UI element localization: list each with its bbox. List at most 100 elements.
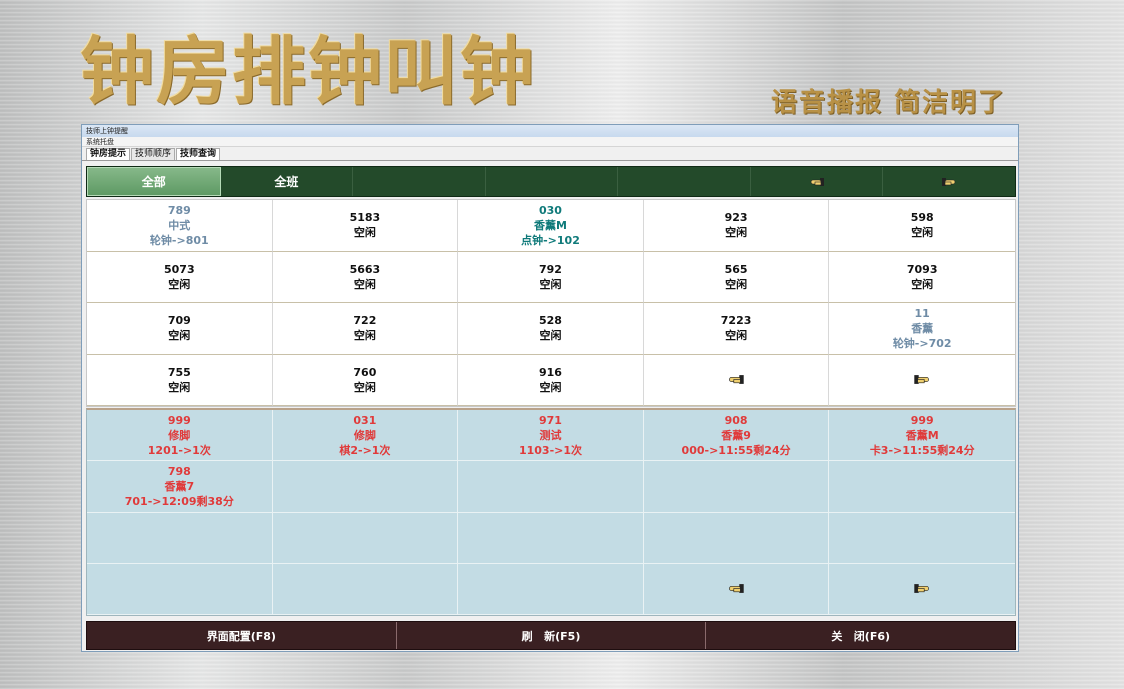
- tech-detail: 000->11:55剩24分: [681, 443, 791, 457]
- filter-slot-5[interactable]: [618, 167, 751, 196]
- filter-slot-4[interactable]: [486, 167, 619, 196]
- empty-cell[interactable]: [458, 512, 644, 564]
- empty-cell[interactable]: [272, 563, 459, 615]
- tab-bar: 钟房提示 技师顺序 技师查询: [82, 147, 1018, 161]
- tech-detail: 1103->1次: [518, 443, 583, 457]
- tech-cell[interactable]: 031 修脚 棋2->1次: [272, 410, 459, 462]
- hand-pointing-right-icon: [941, 177, 957, 187]
- tech-status: 空闲: [725, 329, 748, 343]
- tech-status: 空闲: [539, 329, 562, 343]
- tech-id: 760: [353, 365, 377, 379]
- busy-tech-grid: 999 修脚 1201->1次 031 修脚 棋2->1次 971 测试 1103->1次 908…: [86, 408, 1016, 616]
- tech-id: 792: [539, 262, 562, 276]
- tech-cell[interactable]: 792 空闲: [458, 251, 644, 303]
- footer-bar: 界面配置(F8) 刷 新(F5) 关 闭(F6): [86, 621, 1016, 650]
- tech-status: 空闲: [353, 380, 376, 394]
- close-button[interactable]: 关 闭(F6): [706, 622, 1015, 649]
- tech-status: 中式: [168, 218, 191, 232]
- tech-detail: 1201->1次: [147, 443, 211, 457]
- empty-cell[interactable]: [458, 461, 644, 513]
- tech-status: 修脚: [168, 428, 191, 442]
- tech-cell[interactable]: 971 测试 1103->1次: [458, 410, 644, 462]
- ui-config-button[interactable]: 界面配置(F8): [87, 622, 397, 649]
- tech-status: 空闲: [725, 226, 748, 240]
- tech-status: 香薰9: [721, 428, 751, 442]
- empty-cell[interactable]: [458, 563, 644, 615]
- tech-cell[interactable]: 923 空闲: [643, 200, 830, 252]
- tech-cell[interactable]: 999 香薰M 卡3->11:55剩24分: [829, 410, 1015, 462]
- toolbar-prev-button[interactable]: [751, 167, 884, 196]
- tech-detail: 轮钟->702: [892, 336, 952, 350]
- tech-id: 908: [724, 413, 748, 427]
- page-prev-button[interactable]: [643, 563, 830, 615]
- tech-id: 11: [914, 306, 930, 320]
- tech-id: 528: [539, 314, 562, 328]
- tech-id: 598: [910, 211, 934, 225]
- tech-cell[interactable]: 11 香薰 轮钟->702: [829, 303, 1015, 355]
- tech-id: 916: [539, 365, 562, 379]
- tech-cell[interactable]: 528 空闲: [458, 303, 644, 355]
- tech-status: 空闲: [911, 277, 934, 291]
- tech-id: 971: [539, 413, 562, 427]
- tech-cell[interactable]: 709 空闲: [87, 303, 273, 355]
- tab-clock-room[interactable]: 钟房提示: [86, 148, 131, 160]
- tech-status: 空闲: [539, 380, 562, 394]
- tech-cell[interactable]: 7223 空闲: [643, 303, 830, 355]
- tech-cell[interactable]: 760 空闲: [272, 354, 459, 406]
- tech-detail: 卡3->11:55剩24分: [869, 443, 975, 457]
- empty-cell[interactable]: [87, 512, 273, 564]
- filter-all-shift-button[interactable]: 全班: [221, 167, 354, 196]
- empty-cell[interactable]: [829, 461, 1015, 513]
- empty-cell[interactable]: [272, 512, 459, 564]
- tech-id: 7223: [720, 314, 752, 328]
- hand-pointing-left-icon: [727, 583, 745, 594]
- empty-cell[interactable]: [643, 461, 830, 513]
- tech-status: 香薰M: [905, 428, 939, 442]
- tech-cell[interactable]: 999 修脚 1201->1次: [87, 410, 273, 462]
- filter-slot-3[interactable]: [353, 167, 486, 196]
- empty-cell[interactable]: [87, 563, 273, 615]
- tech-status: 空闲: [911, 226, 934, 240]
- tech-cell[interactable]: 7093 空闲: [829, 252, 1015, 303]
- tech-cell[interactable]: 598 空闲: [829, 200, 1015, 252]
- tech-id: 030: [539, 203, 562, 217]
- hand-pointing-left-icon: [727, 374, 745, 385]
- tech-cell[interactable]: 722 空闲: [272, 303, 459, 355]
- tech-id: 999: [910, 413, 934, 427]
- tab-tech-query[interactable]: 技师查询: [176, 148, 221, 160]
- tech-cell[interactable]: 5073 空闲: [87, 251, 273, 303]
- page-prev-button[interactable]: [643, 354, 830, 406]
- empty-cell[interactable]: [272, 461, 459, 513]
- tech-status: 空闲: [353, 329, 376, 343]
- tech-status: 香薰M: [534, 218, 567, 232]
- tech-cell[interactable]: 5183 空闲: [272, 200, 459, 252]
- menu-system-tray[interactable]: 系统托盘: [82, 137, 1018, 147]
- tech-detail: 点钟->102: [521, 233, 580, 247]
- toolbar-next-button[interactable]: [883, 167, 1015, 196]
- tech-cell[interactable]: 5663 空闲: [272, 251, 459, 303]
- filter-all-button[interactable]: 全部: [87, 167, 221, 196]
- hero-title: 钟房排钟叫钟: [80, 29, 536, 115]
- tech-cell[interactable]: 789 中式 轮钟->801: [87, 200, 273, 252]
- tech-status: 空闲: [168, 277, 191, 291]
- tab-tech-order[interactable]: 技师顺序: [131, 148, 176, 160]
- refresh-button[interactable]: 刷 新(F5): [397, 622, 707, 649]
- tech-status: 空闲: [353, 226, 376, 240]
- tech-cell[interactable]: 565 空闲: [643, 251, 830, 303]
- tech-cell[interactable]: 755 空闲: [87, 354, 273, 406]
- page-next-button[interactable]: [829, 355, 1015, 406]
- tech-status: 空闲: [353, 277, 376, 291]
- tech-status: 空闲: [168, 329, 191, 343]
- hand-pointing-left-icon: [809, 177, 825, 187]
- empty-cell[interactable]: [829, 513, 1015, 564]
- tech-cell[interactable]: 916 空闲: [458, 354, 644, 406]
- tech-cell[interactable]: 030 香薰M 点钟->102: [458, 200, 644, 252]
- page-next-button[interactable]: [829, 564, 1015, 615]
- tech-status: 空闲: [725, 277, 748, 291]
- tech-id: 565: [724, 262, 748, 276]
- hand-pointing-right-icon: [913, 374, 931, 385]
- empty-cell[interactable]: [643, 512, 830, 564]
- tech-cell[interactable]: 798 香薰7 701->12:09剩38分: [87, 461, 273, 513]
- filter-toolbar: 全部 全班: [86, 166, 1016, 197]
- tech-cell[interactable]: 908 香薰9 000->11:55剩24分: [643, 410, 830, 462]
